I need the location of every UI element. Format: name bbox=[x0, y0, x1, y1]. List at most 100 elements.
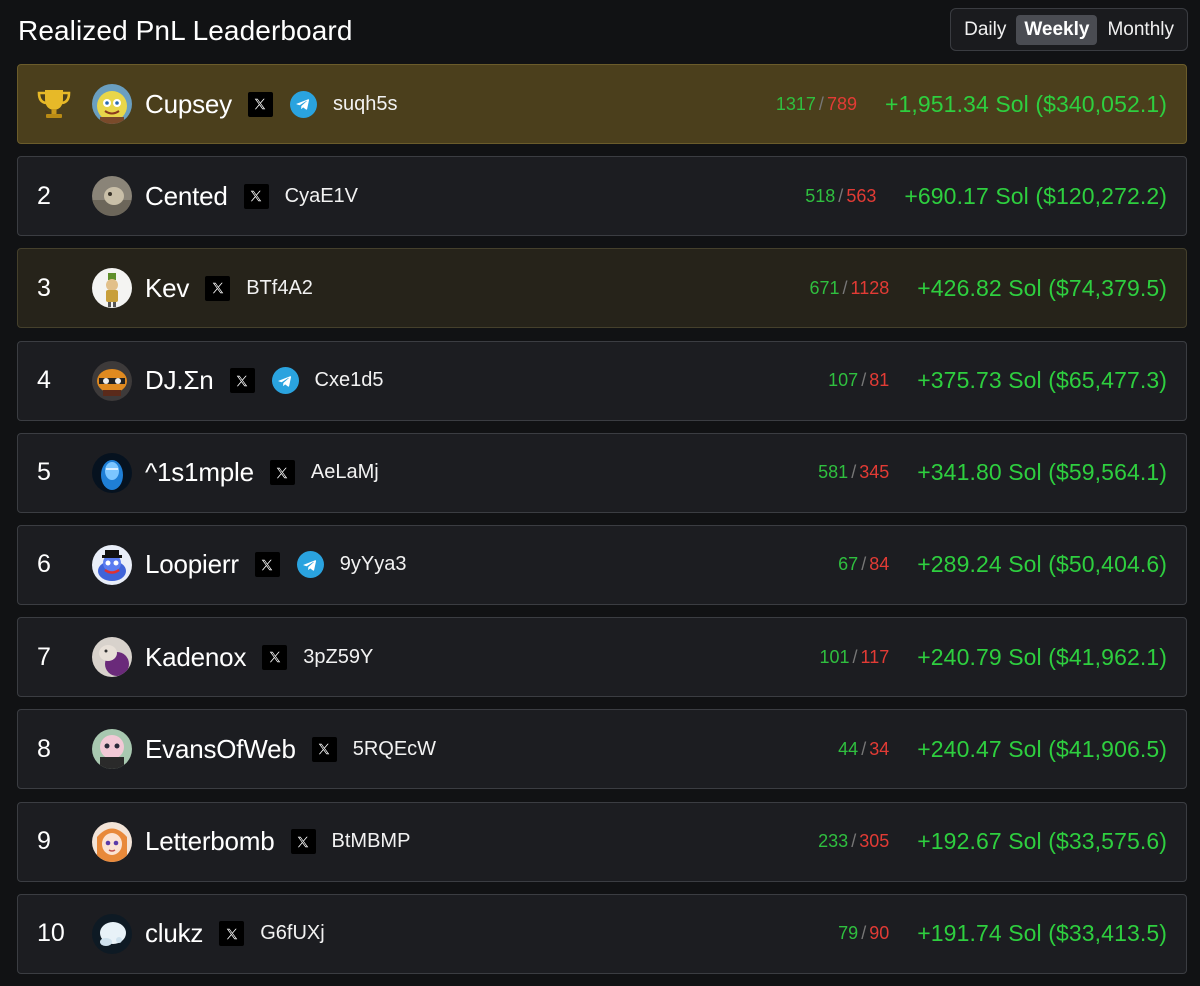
avatar[interactable] bbox=[92, 544, 132, 585]
avatar[interactable] bbox=[92, 913, 132, 954]
avatar[interactable] bbox=[92, 176, 132, 217]
telegram-icon[interactable] bbox=[289, 90, 317, 118]
page-title: Realized PnL Leaderboard bbox=[18, 15, 353, 46]
avatar[interactable] bbox=[92, 729, 132, 770]
leaderboard-row-3[interactable]: 3 Kev BTf4A2 671/1128 +426.82 Sol ($74,3… bbox=[17, 248, 1187, 329]
wins-count: 1317 bbox=[775, 93, 816, 114]
period-switch: Daily Weekly Monthly bbox=[950, 8, 1188, 51]
win-loss-count: 671/1128 bbox=[809, 278, 889, 299]
leaderboard-row-6[interactable]: 6 Loopierr 9yYya3 67/84 +289.24 Sol ($50… bbox=[17, 524, 1187, 605]
username[interactable]: DJ.Σn bbox=[145, 365, 214, 396]
username[interactable]: ^1s1mple bbox=[145, 457, 254, 488]
row-stats: 518/563 +690.17 Sol ($120,272.2) bbox=[805, 183, 1167, 210]
telegram-icon[interactable] bbox=[271, 367, 299, 395]
period-daily-button[interactable]: Daily bbox=[956, 15, 1014, 45]
rank-number: 6 bbox=[37, 550, 51, 579]
x-logo-icon[interactable] bbox=[290, 829, 316, 854]
losses-count: 84 bbox=[869, 554, 890, 575]
x-logo-icon[interactable] bbox=[311, 736, 337, 762]
leaderboard-row-10[interactable]: 10 clukz G6fUXj 79/90 +191.74 Sol ($33,4… bbox=[17, 893, 1187, 974]
row-stats: 1317/789 +1,951.34 Sol ($340,052.1) bbox=[776, 91, 1167, 118]
win-loss-separator: / bbox=[861, 738, 867, 759]
user-info: DJ.Σn Cxe1d5 bbox=[145, 365, 383, 396]
realized-pnl: +289.24 Sol ($50,404.6) bbox=[917, 551, 1167, 578]
avatar[interactable] bbox=[92, 637, 132, 678]
wallet-handle[interactable]: 9yYya3 bbox=[340, 553, 407, 576]
username[interactable]: EvansOfWeb bbox=[145, 734, 296, 765]
row-stats: 44/34 +240.47 Sol ($41,906.5) bbox=[838, 736, 1167, 763]
avatar[interactable] bbox=[92, 84, 132, 124]
win-loss-count: 518/563 bbox=[805, 186, 876, 207]
win-loss-count: 67/84 bbox=[838, 554, 889, 575]
user-info: EvansOfWeb 5RQEcW bbox=[145, 734, 436, 765]
leaderboard-row-4[interactable]: 4 DJ.Σn Cxe1d5 107/81 +375.73 Sol ($65,4… bbox=[17, 340, 1187, 421]
x-logo-icon[interactable] bbox=[254, 552, 280, 578]
wallet-handle[interactable]: G6fUXj bbox=[260, 922, 324, 945]
realized-pnl: +240.47 Sol ($41,906.5) bbox=[917, 735, 1167, 762]
avatar[interactable] bbox=[92, 452, 132, 493]
user-info: clukz G6fUXj bbox=[145, 918, 325, 949]
leaderboard-row-2[interactable]: 2 Cented CyaE1V 518/563 +690.17 Sol ($12… bbox=[17, 156, 1187, 237]
rank-number: 5 bbox=[37, 458, 51, 487]
user-info: Letterbomb BtMBMP bbox=[145, 826, 410, 857]
leaderboard-row-8[interactable]: 8 EvansOfWeb 5RQEcW 44/34 +240.47 Sol ($… bbox=[17, 709, 1187, 790]
wallet-handle[interactable]: Cxe1d5 bbox=[315, 369, 384, 392]
losses-count: 305 bbox=[859, 831, 890, 851]
leaderboard-row-7[interactable]: 7 Kadenox 3pZ59Y 101/117 +240.79 Sol ($4… bbox=[17, 617, 1187, 698]
avatar[interactable] bbox=[92, 360, 132, 401]
avatar[interactable] bbox=[92, 821, 132, 862]
row-stats: 79/90 +191.74 Sol ($33,413.5) bbox=[838, 920, 1167, 947]
user-info: Cupsey suqh5s bbox=[145, 89, 397, 120]
win-loss-separator: / bbox=[861, 370, 867, 391]
realized-pnl: +192.67 Sol ($33,575.6) bbox=[917, 828, 1167, 854]
win-loss-count: 233/305 bbox=[818, 831, 889, 852]
losses-count: 1128 bbox=[850, 277, 890, 298]
avatar[interactable] bbox=[92, 268, 132, 309]
username[interactable]: Loopierr bbox=[145, 549, 239, 580]
telegram-icon[interactable] bbox=[296, 551, 324, 579]
wallet-handle[interactable]: AeLaMj bbox=[311, 461, 379, 484]
username[interactable]: Cented bbox=[145, 181, 228, 212]
wallet-handle[interactable]: 5RQEcW bbox=[353, 738, 436, 761]
x-logo-icon[interactable] bbox=[247, 91, 273, 117]
leaderboard-row-1[interactable]: Cupsey suqh5s 1317/789 +1,951.34 Sol ($3… bbox=[17, 64, 1187, 144]
x-logo-icon[interactable] bbox=[205, 275, 231, 301]
wallet-handle[interactable]: suqh5s bbox=[333, 93, 398, 116]
wins-count: 79 bbox=[838, 923, 859, 944]
row-stats: 101/117 +240.79 Sol ($41,962.1) bbox=[819, 644, 1167, 671]
x-logo-icon[interactable] bbox=[243, 183, 269, 209]
win-loss-separator: / bbox=[818, 93, 824, 114]
row-stats: 581/345 +341.80 Sol ($59,564.1) bbox=[818, 459, 1167, 486]
username[interactable]: clukz bbox=[145, 918, 203, 949]
period-monthly-button[interactable]: Monthly bbox=[1099, 15, 1182, 45]
trophy-icon bbox=[36, 87, 72, 121]
x-logo-icon[interactable] bbox=[269, 460, 295, 486]
wallet-handle[interactable]: 3pZ59Y bbox=[303, 646, 373, 669]
win-loss-separator: / bbox=[852, 646, 858, 667]
realized-pnl: +1,951.34 Sol ($340,052.1) bbox=[884, 90, 1167, 117]
wins-count: 518 bbox=[805, 185, 836, 206]
realized-pnl: +341.80 Sol ($59,564.1) bbox=[917, 459, 1167, 486]
wallet-handle[interactable]: CyaE1V bbox=[285, 185, 358, 208]
realized-pnl: +690.17 Sol ($120,272.2) bbox=[904, 182, 1167, 209]
x-logo-icon[interactable] bbox=[229, 368, 255, 394]
x-logo-icon[interactable] bbox=[219, 921, 245, 947]
leaderboard-row-9[interactable]: 9 Letterbomb BtMBMP 233/305 +192.67 Sol … bbox=[17, 801, 1187, 882]
period-weekly-button[interactable]: Weekly bbox=[1016, 14, 1098, 45]
username[interactable]: Kev bbox=[145, 273, 189, 304]
x-logo-icon[interactable] bbox=[262, 644, 288, 670]
leaderboard-row-5[interactable]: 5 ^1s1mple AeLaMj 581/345 +341.80 Sol ($… bbox=[17, 432, 1187, 513]
wallet-handle[interactable]: BtMBMP bbox=[332, 830, 411, 853]
win-loss-count: 1317/789 bbox=[776, 94, 857, 115]
losses-count: 789 bbox=[826, 93, 857, 114]
row-stats: 671/1128 +426.82 Sol ($74,379.5) bbox=[809, 275, 1167, 302]
username[interactable]: Cupsey bbox=[145, 89, 232, 120]
row-stats: 233/305 +192.67 Sol ($33,575.6) bbox=[818, 828, 1167, 855]
username[interactable]: Letterbomb bbox=[145, 826, 275, 857]
win-loss-count: 101/117 bbox=[819, 647, 889, 668]
wallet-handle[interactable]: BTf4A2 bbox=[246, 277, 313, 300]
losses-count: 90 bbox=[869, 923, 890, 944]
row-stats: 107/81 +375.73 Sol ($65,477.3) bbox=[828, 367, 1167, 394]
realized-pnl: +426.82 Sol ($74,379.5) bbox=[917, 274, 1167, 301]
username[interactable]: Kadenox bbox=[145, 642, 246, 673]
